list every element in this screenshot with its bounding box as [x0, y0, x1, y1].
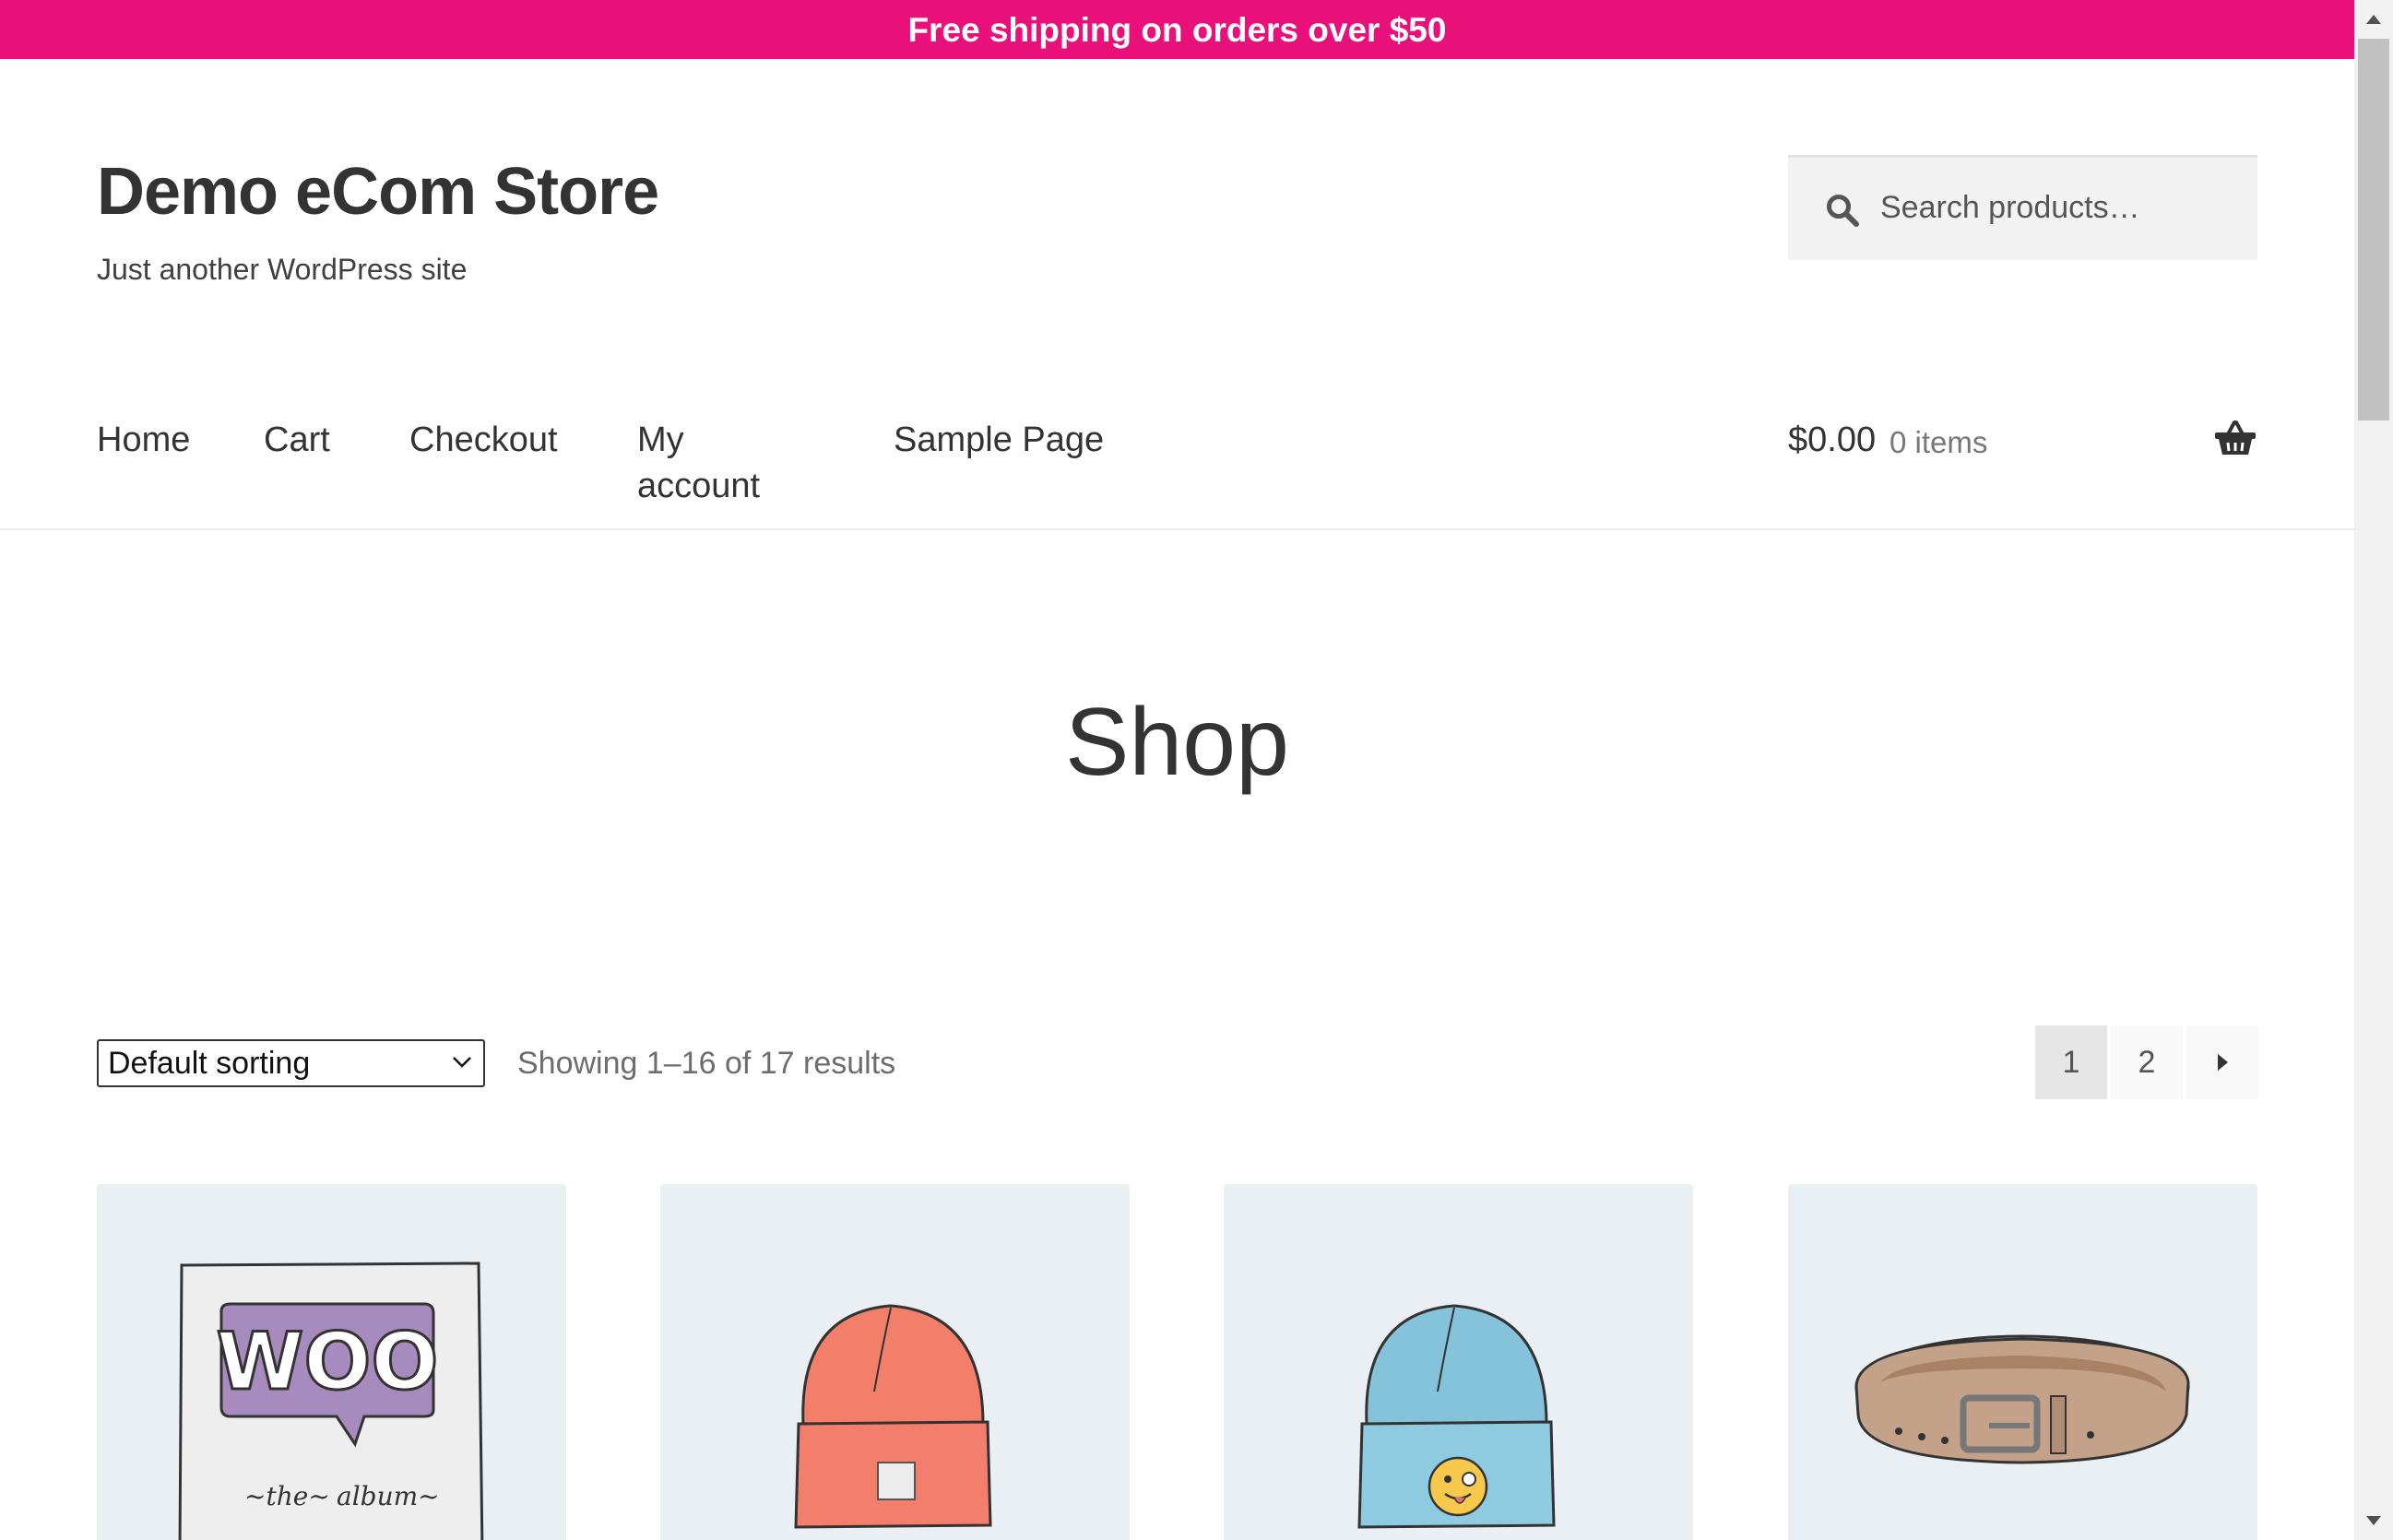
nav-item-checkout[interactable]: Checkout [409, 417, 558, 463]
svg-text:~the~: ~the~ [244, 1481, 330, 1511]
album-cover-image: WOO ~the~ album~ [178, 1262, 484, 1540]
nav-item-cart[interactable]: Cart [264, 417, 330, 463]
page: Free shipping on orders over $50 Demo eC… [0, 0, 2354, 1540]
orange-beanie-image [794, 1304, 992, 1529]
scroll-up-arrow-icon[interactable] [2354, 0, 2393, 39]
search-icon [1827, 195, 1859, 227]
pagination: 1 2 [2035, 1025, 2258, 1099]
page-title: Shop [1065, 689, 1289, 796]
nav-item-sample-page[interactable]: Sample Page [894, 417, 1104, 463]
product-card-beanie[interactable] [660, 1184, 1130, 1540]
header-divider [0, 528, 2354, 530]
svg-text:album~: album~ [337, 1481, 440, 1511]
chevron-down-icon [453, 1057, 471, 1068]
search-input[interactable] [1871, 158, 2258, 257]
sort-select[interactable]: Default sorting [97, 1039, 485, 1087]
product-search [1788, 155, 2258, 260]
product-card-album[interactable]: WOO ~the~ album~ [97, 1184, 566, 1540]
brown-belt-image [1854, 1334, 2190, 1464]
next-page-button[interactable] [2186, 1025, 2258, 1099]
cart-item-count[interactable]: 0 items [1890, 421, 1987, 465]
nav-item-my-account[interactable]: My account [637, 417, 760, 509]
site-title[interactable]: Demo eCom Store [97, 159, 659, 225]
product-card-beanie-with-logo[interactable] [1224, 1184, 1693, 1540]
svg-text:WOO: WOO [216, 1316, 438, 1408]
product-card-belt[interactable] [1788, 1184, 2257, 1540]
scrollbar-thumb[interactable] [2358, 39, 2389, 421]
page-2-button[interactable]: 2 [2111, 1025, 2183, 1099]
site-tagline: Just another WordPress site [97, 253, 468, 286]
vertical-scrollbar[interactable] [2354, 0, 2393, 1540]
cart-total[interactable]: $0.00 [1788, 417, 1876, 463]
sort-select-value: Default sorting [108, 1046, 311, 1081]
arrow-right-icon [2218, 1054, 2228, 1071]
promo-banner: Free shipping on orders over $50 [0, 0, 2354, 59]
basket-icon[interactable] [2214, 420, 2257, 456]
page-1-button[interactable]: 1 [2035, 1025, 2107, 1099]
scroll-down-arrow-icon[interactable] [2354, 1501, 2393, 1540]
nav-item-home[interactable]: Home [97, 417, 190, 463]
result-count: Showing 1–16 of 17 results [517, 1046, 896, 1081]
blue-beanie-with-logo-image [1357, 1304, 1556, 1529]
